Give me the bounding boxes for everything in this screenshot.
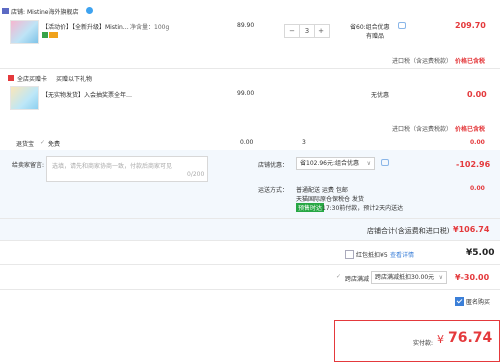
insurance-price: 0.00 (240, 139, 254, 146)
payment-value: 76.74 (448, 330, 493, 346)
item-subtotal: 0.00 (467, 90, 487, 99)
product-title[interactable]: 【无实物发货】入会抽奖票全年… (42, 90, 132, 99)
anonymous-checkbox[interactable] (455, 297, 464, 306)
insurance-subtotal: 0.00 (470, 139, 485, 146)
quantity-value[interactable]: 3 (299, 25, 315, 37)
chevron-down-icon: ∨ (366, 160, 371, 167)
divider (0, 68, 500, 69)
cross-store-select[interactable]: 跨店满减抵扣30.00元 ∨ (371, 271, 447, 284)
tax-value: 价格已含税 (455, 58, 486, 65)
promo-sub: 有赠品 (366, 33, 385, 40)
gift-hint: 买赠以下礼物 (56, 76, 93, 83)
gift-label: 全店买赠卡 (17, 76, 48, 83)
divider (0, 218, 500, 219)
red-packet-checkbox[interactable] (345, 250, 354, 259)
shop-icon (2, 8, 9, 14)
tmall-tag-icon (42, 31, 48, 38)
global-tag-icon (49, 31, 58, 38)
check-icon: ✓ (336, 273, 342, 280)
payment-currency: ¥ (437, 333, 444, 346)
check-icon: ✓ (40, 139, 46, 146)
increase-button[interactable]: + (314, 25, 328, 37)
info-icon[interactable] (398, 22, 406, 29)
item-subtotal: 209.70 (455, 21, 486, 30)
delivery-amount: 0.00 (470, 185, 485, 192)
delivery-badge: 预售时达 (296, 203, 325, 212)
product-image[interactable] (10, 20, 39, 44)
delivery-method: 普通配送 运费 包邮 (296, 187, 348, 194)
product-tags (42, 31, 59, 38)
product-spec: 净含量：100g (130, 24, 170, 31)
divider (0, 264, 500, 265)
gift-icon (8, 75, 14, 81)
wangwang-chat-icon[interactable] (86, 7, 93, 14)
red-packet-details-link[interactable]: 查看详情 (390, 250, 414, 259)
divider (0, 289, 500, 290)
decrease-button[interactable]: − (285, 25, 299, 37)
red-packet-label: 红包抵扣¥5 (356, 252, 388, 259)
shop-discount-amount: -102.96 (456, 160, 491, 169)
message-label: 给卖家留言: (12, 162, 45, 169)
shop-name[interactable]: Mistine海外旗舰店 (27, 7, 78, 16)
delivery-eta: 17:30前付款，预计2天内送达 (322, 205, 404, 212)
product-image[interactable] (10, 86, 39, 110)
shop-total-label: 店铺合计(含运费和进口税) (367, 227, 450, 235)
message-counter: 0/200 (187, 171, 205, 178)
tax-label: 进口税（含运费税款） (392, 58, 453, 65)
cross-store-amount: ¥-30.00 (455, 273, 490, 282)
cross-store-label: 跨店满减 (345, 276, 370, 283)
message-placeholder: 选填，请先和商家协商一致，付款后商家可见 (52, 163, 173, 170)
insurance-option: 免费 (48, 141, 61, 148)
anonymous-label: 匿名购买 (466, 299, 491, 306)
promo-label: 省60:组合优惠 (350, 24, 390, 31)
tax-value: 价格已含税 (455, 126, 486, 133)
promo-label: 无优惠 (371, 92, 390, 99)
delivery-warehouse: 天猫国际原仓保税仓 发货 (296, 196, 364, 203)
insurance-label: 退货宝 (16, 141, 35, 148)
quantity-stepper[interactable]: − 3 + (284, 24, 330, 38)
chat-icon[interactable] (381, 159, 389, 166)
unit-price: 99.00 (237, 90, 255, 97)
shop-label: 店铺: (11, 9, 26, 16)
tax-label: 进口税（含运费税款） (392, 126, 453, 133)
product-title[interactable]: 【活动价】【全新升级】Mistin… (42, 22, 129, 31)
chevron-down-icon: ∨ (438, 274, 443, 281)
payment-label: 实付款: (413, 340, 434, 347)
shop-discount-select[interactable]: 省102.96元:组合优惠 ∨ (296, 157, 375, 170)
red-packet-amount: ¥5.00 (466, 248, 495, 258)
unit-price: 89.90 (237, 22, 255, 29)
divider (0, 240, 500, 241)
cross-store-value: 跨店满减抵扣30.00元 (375, 274, 435, 281)
delivery-label: 运送方式： (258, 187, 289, 194)
shop-discount-label: 店铺优惠： (258, 162, 289, 169)
shop-discount-value: 省102.96元:组合优惠 (300, 160, 360, 167)
insurance-qty: 3 (302, 139, 306, 146)
shop-total-value: ¥106.74 (453, 225, 490, 234)
buyer-message-input[interactable]: 选填，请先和商家协商一致，付款后商家可见 0/200 (46, 156, 208, 182)
